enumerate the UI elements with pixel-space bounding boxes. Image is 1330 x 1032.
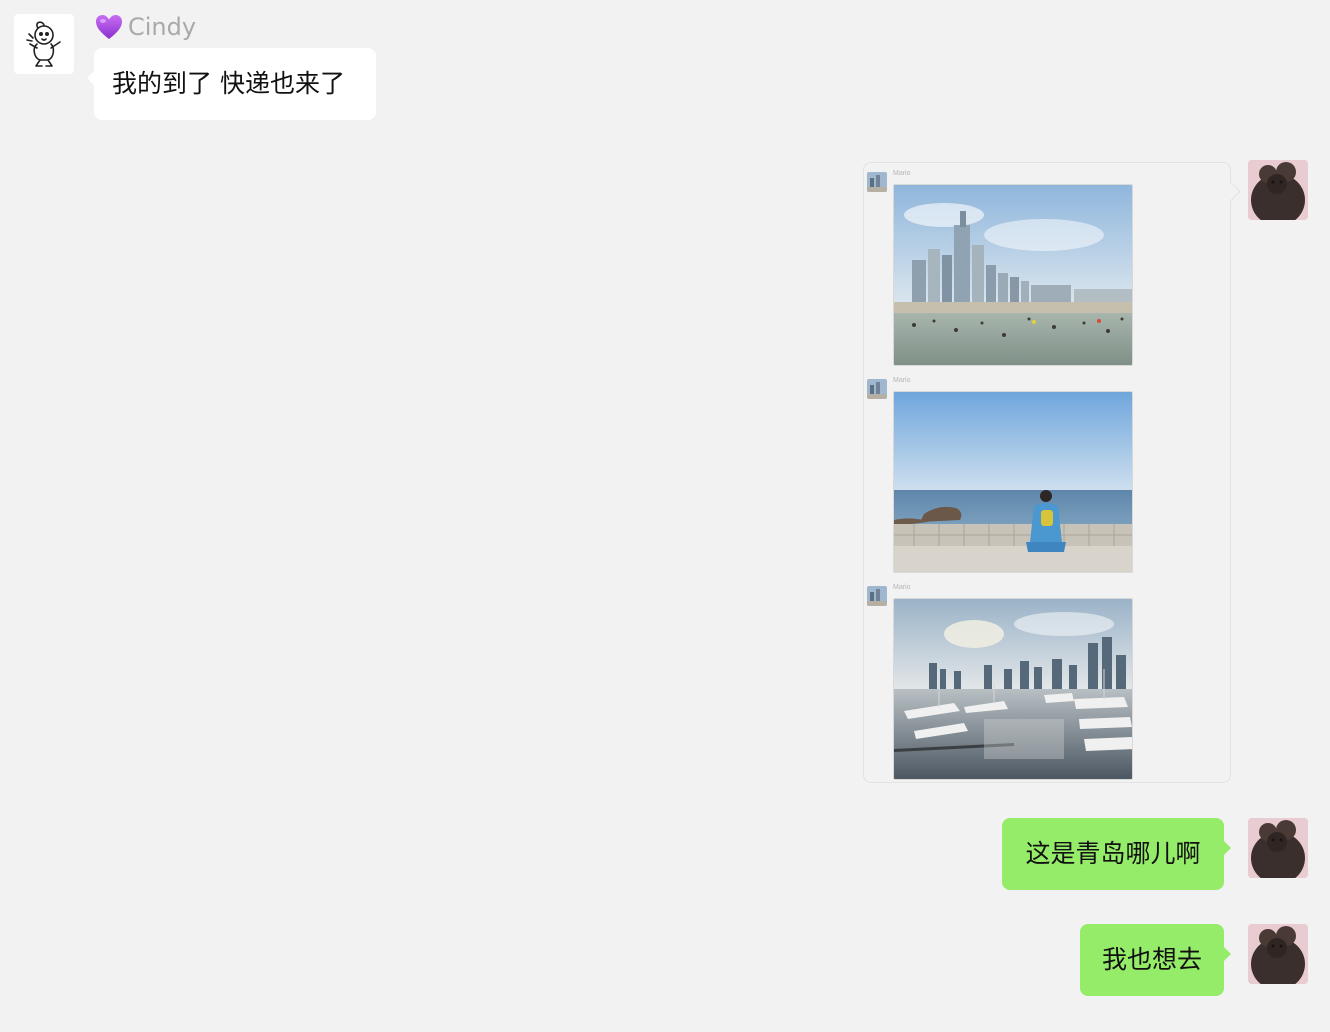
- forwarded-sender-avatar: [867, 586, 887, 606]
- my-avatar[interactable]: [1248, 818, 1308, 878]
- forwarded-sender-name: Mario: [893, 377, 911, 384]
- cindy-avatar[interactable]: [14, 14, 74, 74]
- forwarded-sender-avatar: [867, 172, 887, 192]
- beach-city-skyline-photo[interactable]: [893, 184, 1133, 366]
- forwarded-item: Mario: [867, 167, 1167, 367]
- purple-heart-icon: [94, 12, 124, 42]
- forwarded-sender-name: Mario: [893, 170, 911, 177]
- marina-yachts-skyline-photo[interactable]: [893, 598, 1133, 780]
- my-avatar[interactable]: [1248, 924, 1308, 984]
- forwarded-sender-name: Mario: [893, 584, 911, 591]
- outgoing-message-bubble[interactable]: 我也想去: [1080, 924, 1231, 996]
- outgoing-message-text: 这是青岛哪儿啊: [1025, 839, 1201, 868]
- outgoing-message-bubble[interactable]: 这是青岛哪儿啊: [1002, 818, 1231, 890]
- forwarded-item: Mario: [867, 581, 1167, 781]
- forwarded-item: Mario: [867, 374, 1167, 574]
- incoming-message-bubble[interactable]: 我的到了 快递也来了: [87, 48, 376, 120]
- outgoing-message-text: 我也想去: [1101, 945, 1202, 974]
- incoming-message-text: 我的到了 快递也来了: [112, 69, 345, 98]
- person-sitting-by-sea-photo[interactable]: [893, 391, 1133, 573]
- sender-name: Cindy: [94, 11, 196, 43]
- my-avatar[interactable]: [1248, 160, 1308, 220]
- forwarded-chat-card[interactable]: Mario Mario Mario: [863, 162, 1231, 783]
- sender-name-text: Cindy: [128, 13, 197, 41]
- forwarded-sender-avatar: [867, 379, 887, 399]
